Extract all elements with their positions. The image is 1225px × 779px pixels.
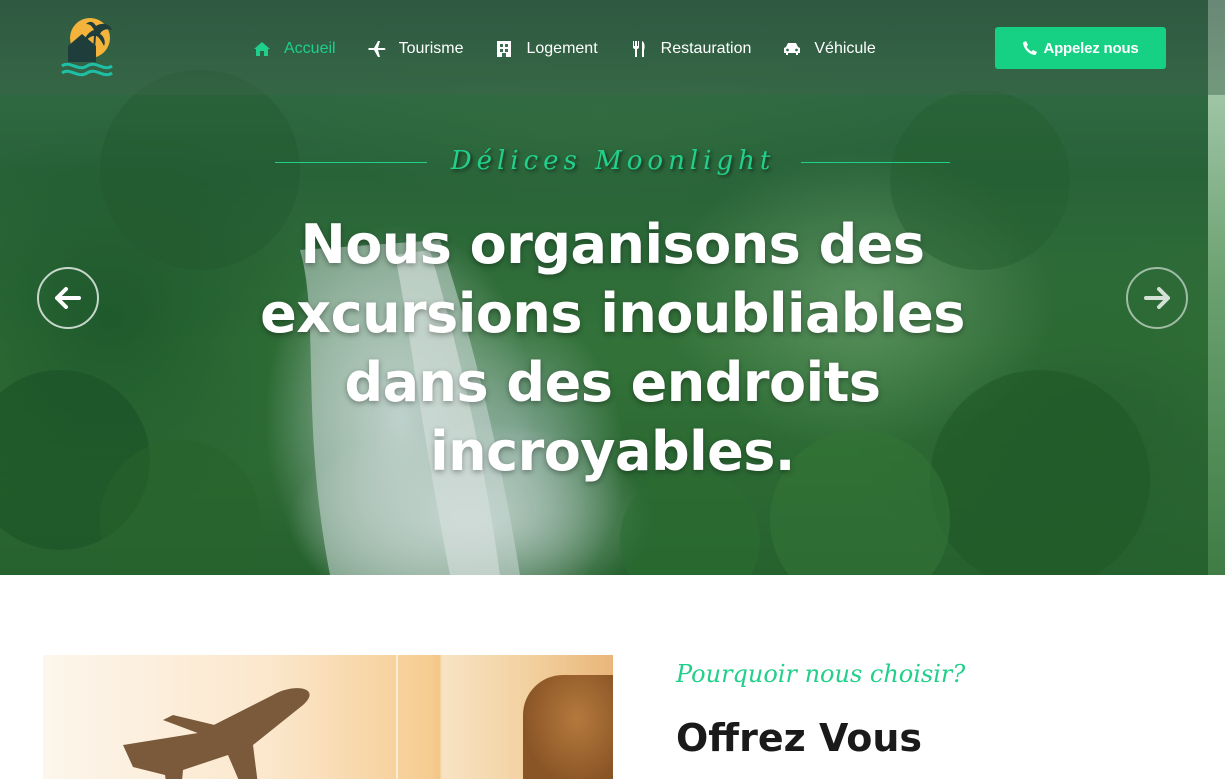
phone-icon <box>1022 40 1038 56</box>
traveler-photo <box>523 675 613 779</box>
home-icon <box>252 39 272 59</box>
nav-label: Véhicule <box>814 40 876 57</box>
palm-house-logo-icon <box>61 18 113 77</box>
nav-label: Restauration <box>660 40 752 57</box>
nav-label: Accueil <box>284 40 336 57</box>
nav-item-restauration[interactable]: Restauration <box>629 39 752 59</box>
building-icon <box>494 39 514 59</box>
nav-item-logement[interactable]: Logement <box>494 39 598 59</box>
kicker-divider-left <box>275 162 427 163</box>
about-title: Offrez Vous <box>676 716 923 760</box>
nav-item-accueil[interactable]: Accueil <box>252 39 336 59</box>
arrow-left-icon <box>55 287 81 309</box>
call-us-label: Appelez nous <box>1043 39 1139 57</box>
hero-kicker: Délices Moonlight <box>275 142 950 182</box>
nav-item-tourisme[interactable]: Tourisme <box>367 39 464 59</box>
navbar: Accueil Tourisme Logement Restauration V… <box>0 0 1225 95</box>
call-us-button[interactable]: Appelez nous <box>995 27 1166 69</box>
hero-headline: Nous organisons des excursions inoubliab… <box>260 213 965 483</box>
plane-icon <box>367 39 387 59</box>
arrow-right-icon <box>1144 287 1170 309</box>
previous-slide-button[interactable] <box>37 267 99 329</box>
next-slide-button[interactable] <box>1126 267 1188 329</box>
nav-label: Tourisme <box>398 40 464 57</box>
hero-kicker-text: Délices Moonlight <box>450 146 776 176</box>
nav-item-vehicule[interactable]: Véhicule <box>782 39 876 59</box>
window-frame <box>396 655 398 779</box>
about-image <box>43 655 613 779</box>
kicker-divider-right <box>801 162 950 163</box>
main-nav: Accueil Tourisme Logement Restauration V… <box>252 36 907 62</box>
car-icon <box>782 39 802 59</box>
about-kicker: Pourquoir nous choisir? <box>676 660 966 688</box>
utensils-icon <box>629 39 649 59</box>
airplane-icon <box>123 688 310 779</box>
logo[interactable] <box>60 16 114 78</box>
nav-label: Logement <box>526 40 598 57</box>
